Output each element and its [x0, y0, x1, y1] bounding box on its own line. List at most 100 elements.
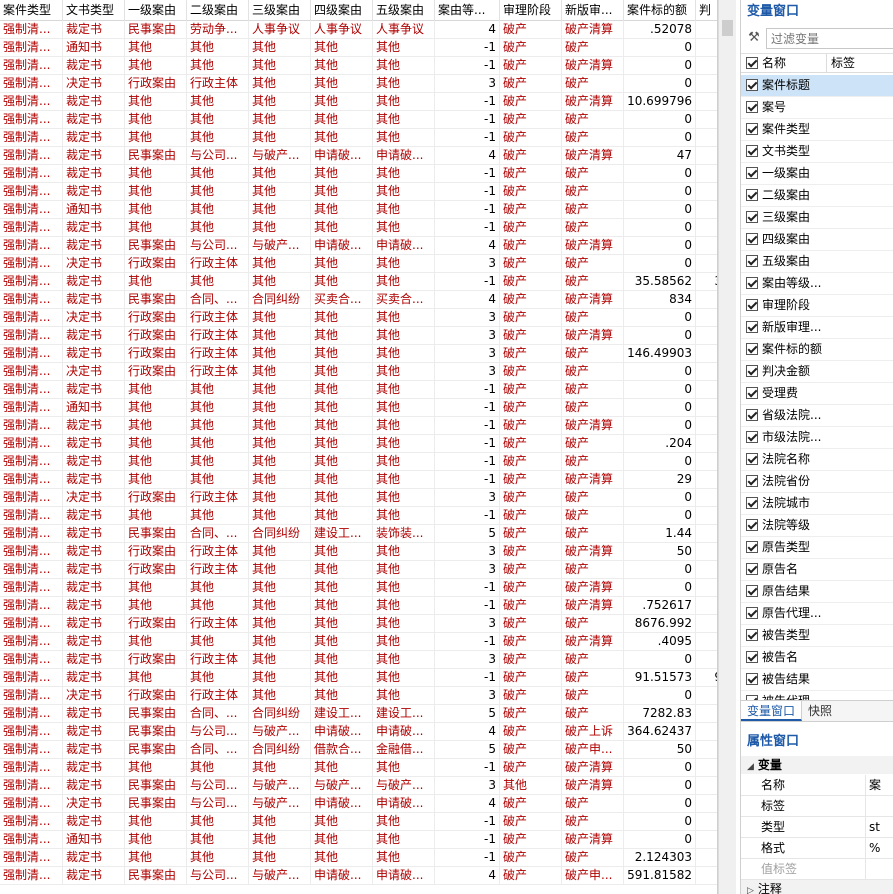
table-cell[interactable]: -1	[435, 165, 500, 183]
table-cell[interactable]: 其他	[187, 579, 249, 597]
table-cell[interactable]: 强制清...	[0, 453, 63, 471]
table-cell[interactable]: 裁定书	[63, 417, 125, 435]
table-cell[interactable]: 破产清算	[562, 633, 624, 651]
table-cell[interactable]	[696, 129, 717, 147]
table-cell[interactable]: 破产	[500, 651, 562, 669]
table-cell[interactable]: 0	[624, 579, 696, 597]
table-cell[interactable]: 民事案由	[125, 237, 187, 255]
properties-group-notes[interactable]: ▷ 注释	[741, 880, 893, 894]
table-cell[interactable]: 行政主体	[187, 255, 249, 273]
column-header[interactable]: 案件标的额	[624, 0, 696, 21]
table-cell[interactable]: 民事案由	[125, 525, 187, 543]
table-cell[interactable]: 其他	[311, 651, 373, 669]
table-cell[interactable]: 合同、...	[187, 705, 249, 723]
variable-item[interactable]: 法院名称	[741, 449, 893, 471]
table-cell[interactable]: 其他	[249, 57, 311, 75]
table-cell[interactable]: 其他	[187, 129, 249, 147]
table-cell[interactable]: 破产	[500, 255, 562, 273]
table-cell[interactable]: 民事案由	[125, 795, 187, 813]
table-cell[interactable]: 其他	[311, 831, 373, 849]
table-cell[interactable]: 50	[624, 543, 696, 561]
table-cell[interactable]: 破产	[562, 363, 624, 381]
select-all-checkbox[interactable]	[746, 57, 758, 69]
table-cell[interactable]: 破产	[562, 507, 624, 525]
table-row[interactable]: 强制清... 裁定书 民事案由 与公司... 与破产... 申请破... 申请破... 4 破产…	[0, 723, 717, 741]
table-cell[interactable]: 裁定书	[63, 633, 125, 651]
table-cell[interactable]: 强制清...	[0, 255, 63, 273]
table-cell[interactable]: 其他	[187, 381, 249, 399]
table-cell[interactable]: 4	[435, 795, 500, 813]
table-cell[interactable]: 其他	[125, 579, 187, 597]
table-cell[interactable]: 裁定书	[63, 867, 125, 885]
column-header[interactable]: 文书类型	[63, 0, 125, 21]
property-value[interactable]: 案	[866, 775, 893, 795]
table-row[interactable]: 强制清... 裁定书 行政案由 行政主体 其他 其他 其他 3 破产 破产清算 50	[0, 543, 717, 561]
table-cell[interactable]	[696, 705, 717, 723]
table-cell[interactable]: -1	[435, 273, 500, 291]
table-cell[interactable]: 强制清...	[0, 417, 63, 435]
table-cell[interactable]: 其他	[373, 381, 435, 399]
table-cell[interactable]: 其他	[311, 417, 373, 435]
table-cell[interactable]: 其他	[373, 399, 435, 417]
table-cell[interactable]: 4	[435, 723, 500, 741]
table-cell[interactable]: 劳动争...	[187, 21, 249, 39]
table-cell[interactable]: 决定书	[63, 489, 125, 507]
table-cell[interactable]: 借款合...	[311, 741, 373, 759]
table-cell[interactable]	[696, 777, 717, 795]
variable-checkbox[interactable]	[746, 519, 758, 531]
table-cell[interactable]: 破产	[562, 165, 624, 183]
table-row[interactable]: 强制清... 裁定书 民事案由 合同、... 合同纠纷 建设工... 建设工... 5 破产 破产…	[0, 705, 717, 723]
table-cell[interactable]: 申请破...	[373, 237, 435, 255]
table-cell[interactable]: 破产	[500, 453, 562, 471]
table-cell[interactable]: 强制清...	[0, 669, 63, 687]
variable-checkbox[interactable]	[746, 233, 758, 245]
table-cell[interactable]: 其他	[373, 669, 435, 687]
table-cell[interactable]: 破产	[500, 687, 562, 705]
table-cell[interactable]: 其他	[187, 813, 249, 831]
table-cell[interactable]: 破产	[500, 615, 562, 633]
table-cell[interactable]: 裁定书	[63, 615, 125, 633]
table-cell[interactable]: 裁定书	[63, 759, 125, 777]
table-cell[interactable]: 其他	[125, 417, 187, 435]
table-cell[interactable]: 3	[435, 327, 500, 345]
table-cell[interactable]: 破产	[562, 795, 624, 813]
variable-item[interactable]: 案件标题	[741, 75, 893, 97]
variable-item[interactable]: 四级案由	[741, 229, 893, 251]
table-cell[interactable]: 其他	[311, 669, 373, 687]
table-cell[interactable]: 0	[624, 561, 696, 579]
table-cell[interactable]	[696, 111, 717, 129]
table-cell[interactable]: 0	[624, 165, 696, 183]
table-cell[interactable]: 破产	[562, 651, 624, 669]
table-cell[interactable]: 4	[435, 147, 500, 165]
table-cell[interactable]: 2.124303	[624, 849, 696, 867]
table-cell[interactable]: 通知书	[63, 831, 125, 849]
table-cell[interactable]: 强制清...	[0, 813, 63, 831]
table-cell[interactable]: 裁定书	[63, 471, 125, 489]
table-cell[interactable]: 裁定书	[63, 129, 125, 147]
table-cell[interactable]: 3	[435, 363, 500, 381]
table-cell[interactable]: 其他	[373, 507, 435, 525]
table-cell[interactable]: 裁定书	[63, 741, 125, 759]
table-cell[interactable]: 行政案由	[125, 615, 187, 633]
table-cell[interactable]: 行政案由	[125, 561, 187, 579]
table-cell[interactable]: 裁定书	[63, 57, 125, 75]
table-cell[interactable]: 其他	[311, 363, 373, 381]
table-cell[interactable]: 破产	[562, 813, 624, 831]
table-cell[interactable]: 0	[624, 327, 696, 345]
table-cell[interactable]: 破产	[562, 561, 624, 579]
table-cell[interactable]: 行政主体	[187, 651, 249, 669]
table-cell[interactable]: -1	[435, 471, 500, 489]
table-cell[interactable]: 强制清...	[0, 21, 63, 39]
table-cell[interactable]: 裁定书	[63, 579, 125, 597]
table-cell[interactable]: 3	[696, 273, 717, 291]
variable-item[interactable]: 法院省份	[741, 471, 893, 493]
table-cell[interactable]: 其他	[311, 849, 373, 867]
table-cell[interactable]	[696, 849, 717, 867]
table-cell[interactable]: 强制清...	[0, 633, 63, 651]
table-cell[interactable]: -1	[435, 57, 500, 75]
table-cell[interactable]: 其他	[500, 777, 562, 795]
table-cell[interactable]: 其他	[373, 651, 435, 669]
table-cell[interactable]: 强制清...	[0, 507, 63, 525]
table-row[interactable]: 强制清... 通知书 其他 其他 其他 其他 其他 -1 破产 破产 0	[0, 399, 717, 417]
table-row[interactable]: 强制清... 裁定书 民事案由 合同、... 合同纠纷 买卖合... 买卖合... 4 破产 破产…	[0, 291, 717, 309]
